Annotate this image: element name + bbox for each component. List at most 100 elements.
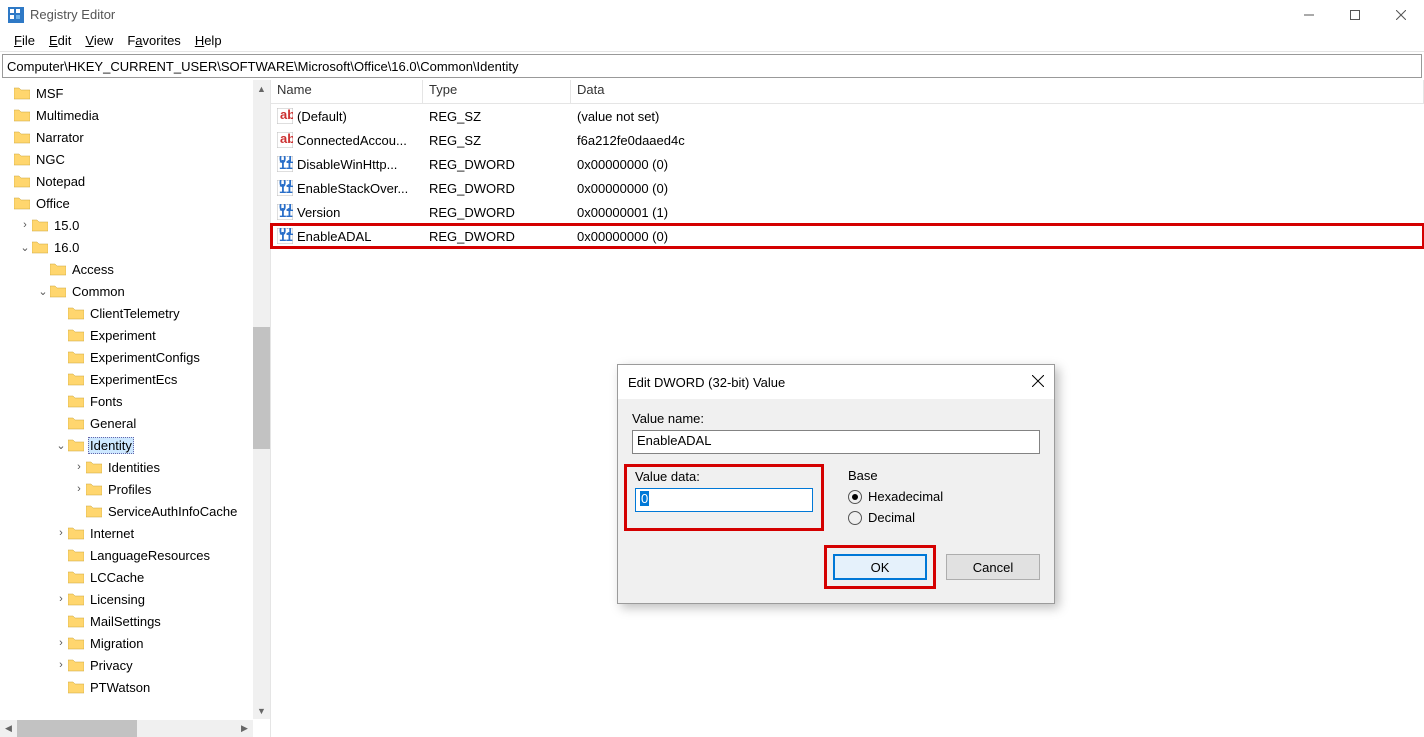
chevron-right-icon[interactable]: ›	[72, 461, 86, 473]
tree-item-label: Office	[34, 196, 72, 211]
dialog-close-button[interactable]	[1014, 375, 1044, 390]
tree-item-mailsettings[interactable]: MailSettings	[0, 610, 270, 632]
tree-item-serviceauthinfocache[interactable]: ServiceAuthInfoCache	[0, 500, 270, 522]
chevron-down-icon[interactable]: ⌄	[36, 285, 50, 298]
folder-icon	[68, 306, 84, 320]
tree-vscrollbar[interactable]: ▲ ▼	[253, 80, 270, 719]
hscroll-thumb[interactable]	[17, 720, 137, 737]
tree-item-experimentconfigs[interactable]: ExperimentConfigs	[0, 346, 270, 368]
value-row[interactable]: EnableADALREG_DWORD0x00000000 (0)	[271, 224, 1424, 248]
address-text: Computer\HKEY_CURRENT_USER\SOFTWARE\Micr…	[7, 59, 518, 74]
tree-item-label: MailSettings	[88, 614, 163, 629]
tree-item-narrator[interactable]: Narrator	[0, 126, 270, 148]
menu-help[interactable]: Help	[189, 32, 228, 49]
valuename-input[interactable]: EnableADAL	[632, 430, 1040, 454]
tree-item-ptwatson[interactable]: PTWatson	[0, 676, 270, 698]
value-row[interactable]: ConnectedAccou...REG_SZf6a212fe0daaed4c	[271, 128, 1424, 152]
key-tree[interactable]: MSFMultimediaNarratorNGCNotepadOffice›15…	[0, 80, 270, 737]
tree-item-label: Identities	[106, 460, 162, 475]
menu-view[interactable]: View	[79, 32, 119, 49]
tree-item-multimedia[interactable]: Multimedia	[0, 104, 270, 126]
cancel-button[interactable]: Cancel	[946, 554, 1040, 580]
tree-item-migration[interactable]: › Migration	[0, 632, 270, 654]
radio-hexadecimal[interactable]: Hexadecimal	[848, 489, 943, 504]
tree-item-identities[interactable]: › Identities	[0, 456, 270, 478]
chevron-right-icon[interactable]: ›	[54, 637, 68, 649]
col-data[interactable]: Data	[571, 80, 1424, 103]
base-label: Base	[848, 468, 943, 483]
tree-item-identity[interactable]: ⌄ Identity	[0, 434, 270, 456]
chevron-right-icon[interactable]: ›	[54, 593, 68, 605]
radio-icon	[848, 511, 862, 525]
list-header: Name Type Data	[271, 80, 1424, 104]
tree-item-label: Identity	[88, 437, 134, 454]
folder-icon	[14, 174, 30, 188]
tree-item-access[interactable]: Access	[0, 258, 270, 280]
tree-item-licensing[interactable]: ›Licensing	[0, 588, 270, 610]
col-type[interactable]: Type	[423, 80, 571, 103]
radio-decimal[interactable]: Decimal	[848, 510, 943, 525]
reg-sz-icon	[277, 108, 293, 124]
maximize-button[interactable]	[1332, 0, 1378, 30]
folder-icon	[68, 372, 84, 386]
value-row[interactable]: VersionREG_DWORD0x00000001 (1)	[271, 200, 1424, 224]
value-name: ConnectedAccou...	[297, 133, 407, 148]
value-list[interactable]: Name Type Data (Default)REG_SZ(value not…	[271, 80, 1424, 737]
tree-item-label: Notepad	[34, 174, 87, 189]
chevron-right-icon[interactable]: ›	[18, 219, 32, 231]
valuedata-input[interactable]: 0	[635, 488, 813, 512]
valuename-label: Value name:	[632, 411, 1040, 426]
tree-item-label: Access	[70, 262, 116, 277]
scroll-right-icon[interactable]: ▶	[236, 720, 253, 737]
chevron-down-icon[interactable]: ⌄	[18, 241, 32, 254]
tree-item-msf[interactable]: MSF	[0, 82, 270, 104]
tree-item-ngc[interactable]: NGC	[0, 148, 270, 170]
minimize-button[interactable]	[1286, 0, 1332, 30]
col-name[interactable]: Name	[271, 80, 423, 103]
tree-item-profiles[interactable]: ›Profiles	[0, 478, 270, 500]
scroll-left-icon[interactable]: ◀	[0, 720, 17, 737]
tree-item-label: General	[88, 416, 138, 431]
value-type: REG_SZ	[423, 109, 571, 124]
tree-item-notepad[interactable]: Notepad	[0, 170, 270, 192]
tree-item-experimentecs[interactable]: ExperimentEcs	[0, 368, 270, 390]
menu-file[interactable]: File	[8, 32, 41, 49]
folder-icon	[68, 636, 84, 650]
tree-item-label: ClientTelemetry	[88, 306, 182, 321]
tree-item-fonts[interactable]: Fonts	[0, 390, 270, 412]
tree-item-15-0[interactable]: › 15.0	[0, 214, 270, 236]
tree-item-general[interactable]: General	[0, 412, 270, 434]
tree-item-languageresources[interactable]: LanguageResources	[0, 544, 270, 566]
tree-item-label: 15.0	[52, 218, 81, 233]
vscroll-thumb[interactable]	[253, 327, 270, 449]
tree-item-office[interactable]: Office	[0, 192, 270, 214]
close-button[interactable]	[1378, 0, 1424, 30]
scroll-up-icon[interactable]: ▲	[253, 80, 270, 97]
reg-dword-icon	[277, 228, 293, 244]
folder-icon	[68, 438, 84, 452]
menu-edit[interactable]: Edit	[43, 32, 77, 49]
value-type: REG_DWORD	[423, 181, 571, 196]
ok-button[interactable]: OK	[833, 554, 927, 580]
tree-item-privacy[interactable]: ›Privacy	[0, 654, 270, 676]
tree-item-16-0[interactable]: ⌄16.0	[0, 236, 270, 258]
address-bar[interactable]: Computer\HKEY_CURRENT_USER\SOFTWARE\Micr…	[2, 54, 1422, 78]
menu-favorites[interactable]: Favorites	[121, 32, 186, 49]
chevron-right-icon[interactable]: ›	[54, 527, 68, 539]
tree-item-common[interactable]: ⌄Common	[0, 280, 270, 302]
value-row[interactable]: EnableStackOver...REG_DWORD0x00000000 (0…	[271, 176, 1424, 200]
window-title: Registry Editor	[30, 7, 1286, 22]
tree-hscrollbar[interactable]: ◀ ▶	[0, 720, 253, 737]
tree-item-internet[interactable]: ›Internet	[0, 522, 270, 544]
tree-item-clienttelemetry[interactable]: ClientTelemetry	[0, 302, 270, 324]
tree-item-experiment[interactable]: Experiment	[0, 324, 270, 346]
chevron-right-icon[interactable]: ›	[54, 659, 68, 671]
chevron-down-icon[interactable]: ⌄	[54, 439, 68, 452]
value-row[interactable]: DisableWinHttp...REG_DWORD0x00000000 (0)	[271, 152, 1424, 176]
folder-icon	[68, 658, 84, 672]
value-row[interactable]: (Default)REG_SZ(value not set)	[271, 104, 1424, 128]
chevron-right-icon[interactable]: ›	[72, 483, 86, 495]
tree-item-lccache[interactable]: LCCache	[0, 566, 270, 588]
scroll-down-icon[interactable]: ▼	[253, 702, 270, 719]
tree-item-label: Migration	[88, 636, 145, 651]
